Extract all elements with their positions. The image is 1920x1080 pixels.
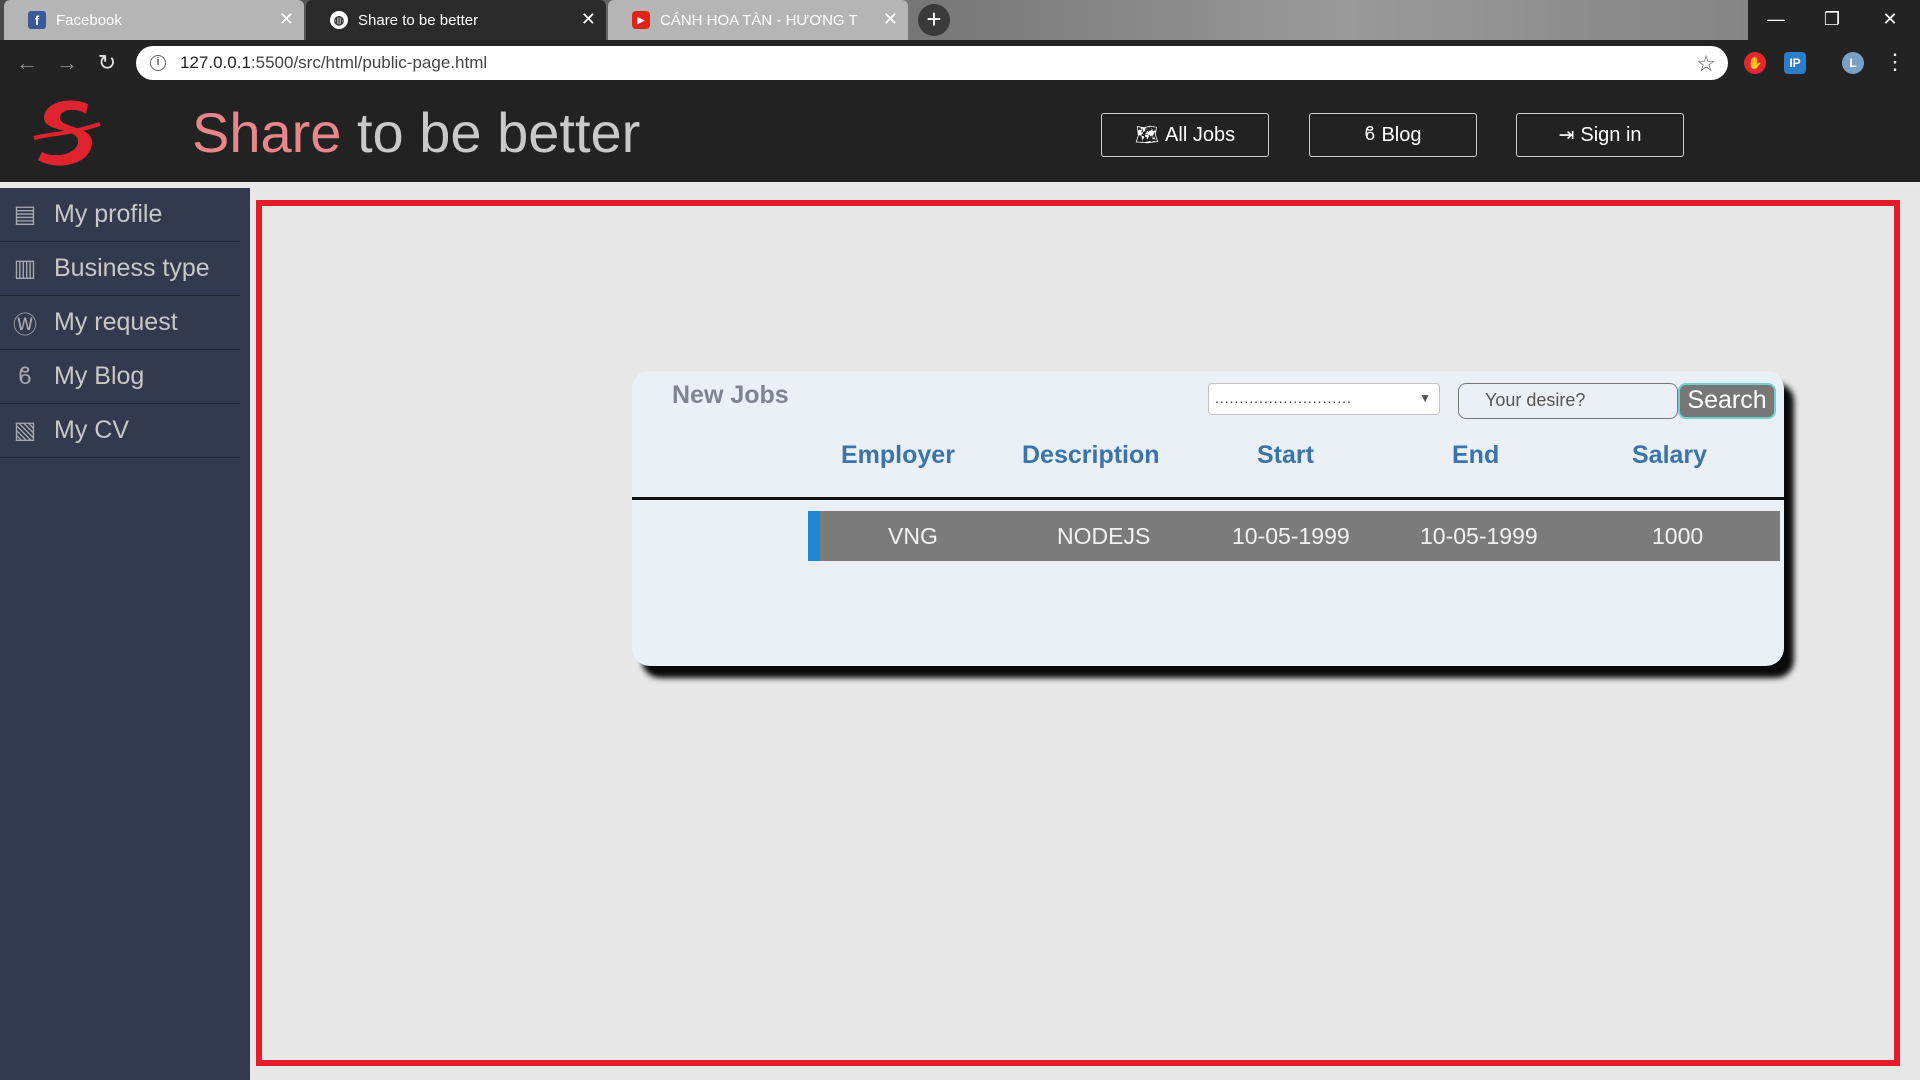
site-brand-title: Share to be better [192, 100, 640, 165]
cell-salary: 1000 [1652, 523, 1704, 549]
browser-toolbar: ← → ↻ i 127.0.0.1:5500/src/html/public-p… [0, 40, 1920, 86]
all-jobs-button[interactable]: 🗺 All Jobs [1101, 113, 1269, 157]
sidebar-item-my-cv[interactable]: ▧ My CV [0, 404, 240, 458]
address-bar[interactable]: i 127.0.0.1:5500/src/html/public-page.ht… [136, 46, 1728, 80]
all-jobs-label: All Jobs [1165, 123, 1236, 146]
forward-arrow-icon[interactable]: → [52, 48, 82, 78]
wordpress-icon: Ⓦ [13, 312, 37, 339]
window-close-icon[interactable]: ✕ [1860, 0, 1920, 40]
search-button[interactable]: Search [1678, 383, 1776, 419]
reload-icon[interactable]: ↻ [92, 48, 122, 78]
brand-accent-text: Share [192, 101, 342, 164]
site-logo[interactable] [30, 94, 108, 170]
youtube-icon: ▶ [632, 11, 650, 29]
tab-youtube[interactable]: ▶ CÁNH HOA TÀN - HƯƠNG T ✕ [608, 0, 908, 40]
tab-title: Share to be better [358, 11, 479, 29]
dropdown-arrow-icon: ▼ [1419, 391, 1431, 405]
sign-in-button[interactable]: ⇥ Sign in [1516, 113, 1684, 157]
id-card-icon: ▤ [13, 201, 37, 228]
tab-share-to-be-better[interactable]: ◍ Share to be better ✕ [306, 0, 606, 40]
blog-icon: ϐ [18, 362, 32, 390]
blog-button[interactable]: ϐ Blog [1309, 113, 1477, 157]
card-title: New Jobs [672, 381, 789, 409]
web-page: Share to be better 🗺 All Jobs ϐ Blog ⇥ S… [0, 86, 1920, 1080]
column-header-employer[interactable]: Employer [841, 441, 955, 470]
sidebar-item-label: My request [54, 308, 178, 336]
select-value: ............................ [1215, 390, 1352, 406]
sidebar-item-my-blog[interactable]: ϐ My Blog [0, 350, 240, 404]
profile-avatar-icon[interactable]: L [1842, 52, 1864, 74]
tab-title: Facebook [56, 11, 122, 29]
search-placeholder: Your desire? [1485, 390, 1586, 410]
cell-end: 10-05-1999 [1420, 523, 1538, 549]
map-marker-icon: 🗺 [1134, 125, 1160, 146]
category-select[interactable]: ............................ ▼ [1208, 383, 1440, 415]
column-header-salary[interactable]: Salary [1632, 441, 1707, 470]
tab-facebook[interactable]: f Facebook ✕ [4, 0, 304, 40]
url-path: :5500/src/html/public-page.html [250, 53, 488, 72]
close-icon[interactable]: ✕ [279, 9, 294, 29]
close-icon[interactable]: ✕ [581, 9, 596, 29]
table-divider [632, 497, 1784, 500]
blog-icon: ϐ [1364, 124, 1376, 145]
globe-icon: ◍ [330, 11, 348, 29]
sidebar: ▤ My profile ▥ Business type Ⓦ My reques… [0, 188, 250, 1080]
sidebar-item-business-type[interactable]: ▥ Business type [0, 242, 240, 296]
sidebar-item-label: My CV [54, 416, 129, 444]
cell-description: NODEJS [1057, 523, 1151, 549]
sign-in-label: Sign in [1580, 123, 1642, 146]
url-host: 127.0.0.1 [180, 53, 251, 72]
ip-extension-icon[interactable]: IP [1784, 52, 1806, 74]
main-content: New Jobs ............................ ▼ … [250, 188, 1920, 1080]
sidebar-item-my-request[interactable]: Ⓦ My request [0, 296, 240, 350]
search-input[interactable]: Your desire? [1458, 383, 1678, 419]
facebook-icon: f [28, 11, 46, 29]
cell-employer: VNG [888, 523, 938, 549]
browser-tab-strip: f Facebook ✕ ◍ Share to be better ✕ ▶ CÁ… [0, 0, 1920, 40]
back-arrow-icon[interactable]: ← [12, 48, 42, 78]
close-icon[interactable]: ✕ [883, 9, 898, 29]
brand-rest-text: to be better [341, 101, 641, 164]
new-tab-button[interactable]: + [918, 4, 950, 36]
column-header-end[interactable]: End [1452, 441, 1499, 470]
sidebar-item-label: My profile [54, 200, 163, 228]
table-row[interactable]: VNG NODEJS 10-05-1999 10-05-1999 1000 [808, 511, 1780, 561]
sidebar-item-label: Business type [54, 254, 210, 282]
sidebar-item-label: My Blog [54, 362, 145, 390]
sidebar-item-my-profile[interactable]: ▤ My profile [0, 188, 240, 242]
url-text[interactable]: 127.0.0.1:5500/src/html/public-page.html [180, 53, 487, 73]
sign-in-icon: ⇥ [1558, 124, 1575, 146]
column-header-description[interactable]: Description [1022, 441, 1160, 470]
cell-start: 10-05-1999 [1232, 523, 1350, 549]
restore-icon[interactable]: ❐ [1804, 0, 1860, 40]
minimize-icon[interactable]: — [1748, 0, 1804, 40]
word-file-icon: ▧ [13, 417, 37, 444]
info-icon[interactable]: i [150, 55, 166, 71]
column-header-start[interactable]: Start [1257, 441, 1314, 470]
blog-label: Blog [1381, 123, 1422, 146]
site-header: Share to be better 🗺 All Jobs ϐ Blog ⇥ S… [0, 86, 1920, 182]
browser-menu-icon[interactable]: ⋮ [1884, 50, 1906, 74]
new-jobs-card: New Jobs ............................ ▼ … [632, 371, 1784, 666]
building-icon: ▥ [13, 255, 37, 282]
adblock-extension-icon[interactable]: ✋ [1744, 52, 1766, 74]
bookmark-star-icon[interactable]: ☆ [1696, 51, 1716, 77]
tab-title: CÁNH HOA TÀN - HƯƠNG T [660, 11, 858, 29]
